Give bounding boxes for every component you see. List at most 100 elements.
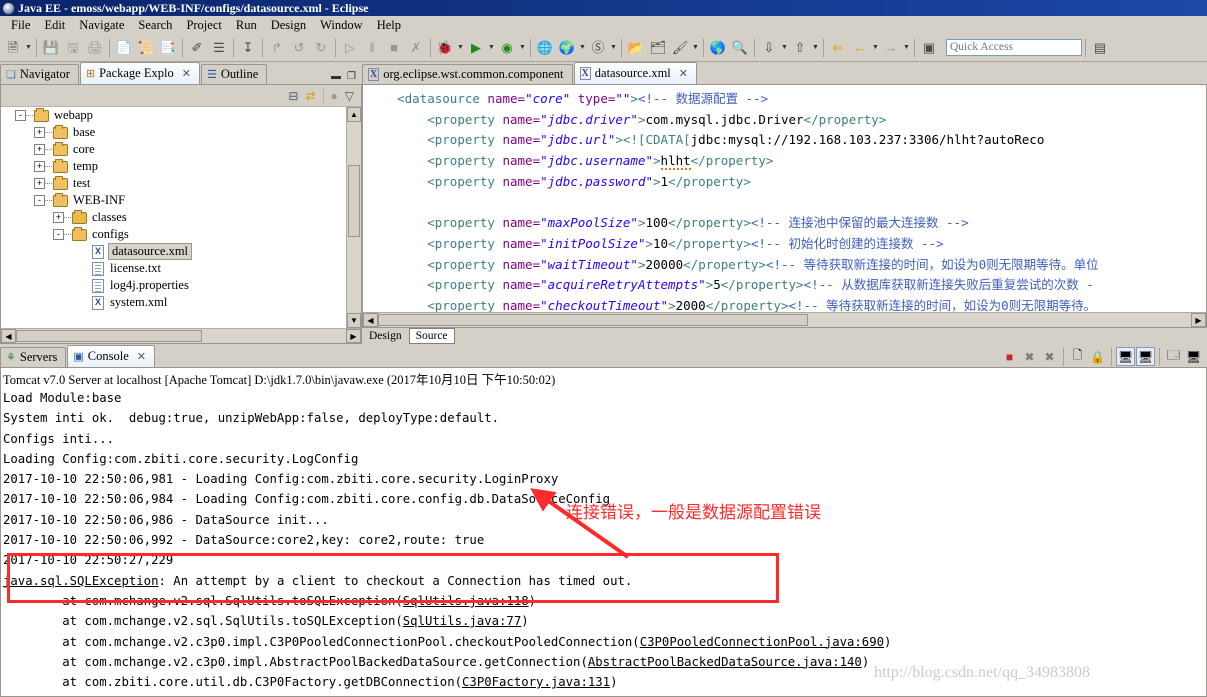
new-jsp-icon[interactable]: 📄 — [113, 37, 135, 59]
code-content[interactable]: <datasource name="core" type=""><!-- 数据源… — [363, 85, 1206, 312]
maximize-icon[interactable]: ❐ — [347, 71, 356, 82]
run-icon[interactable]: ▶ — [465, 37, 487, 59]
skip-breakpoints-icon[interactable]: ↧ — [237, 37, 259, 59]
new-wizard-icon[interactable]: 🗎 — [2, 37, 24, 59]
open-task-icon[interactable]: 🗂 — [647, 37, 669, 59]
scroll-thumb[interactable] — [348, 165, 360, 237]
run-external-tools-icon[interactable]: ◉ — [496, 37, 518, 59]
new-wizard-dropdown-icon[interactable]: ▼ — [24, 37, 33, 59]
stack-frame-link[interactable]: AbstractPoolBackedDataSource.java:140 — [588, 655, 862, 669]
scroll-lock-icon[interactable]: 🔒 — [1088, 347, 1107, 366]
run-external-tools-dropdown-icon[interactable]: ▼ — [518, 37, 527, 59]
tab-console[interactable]: ▣ Console ✕ — [67, 345, 155, 367]
focus-on-active-task-icon[interactable]: ● — [331, 89, 338, 103]
next-annotation-dropdown-icon[interactable]: ▼ — [780, 37, 789, 59]
expand-twisty-icon[interactable]: + — [53, 212, 64, 223]
expand-twisty-icon[interactable]: + — [34, 144, 45, 155]
view-menu-icon[interactable]: ▽ — [345, 89, 354, 103]
menu-edit[interactable]: Edit — [37, 17, 72, 34]
tab-datasource-xml[interactable]: X datasource.xml ✕ — [573, 62, 697, 84]
collapse-twisty-icon[interactable]: - — [15, 110, 26, 121]
previous-annotation-icon[interactable]: ⇧ — [789, 37, 811, 59]
new-session-bean-dropdown-icon[interactable]: ▼ — [609, 37, 618, 59]
open-console-icon[interactable]: 🗔 — [1164, 347, 1183, 366]
new-annotation-icon[interactable]: 📑 — [157, 37, 179, 59]
xml-source-editor[interactable]: <datasource name="core" type=""><!-- 数据源… — [362, 84, 1207, 328]
tab-package-explorer[interactable]: ⊞ Package Explo ✕ — [79, 62, 200, 84]
tab-org-eclipse-wst-common-component[interactable]: X org.eclipse.wst.common.component — [362, 64, 573, 84]
terminate-icon[interactable]: ■ — [1000, 347, 1019, 366]
scroll-right-icon[interactable]: ▶ — [1191, 313, 1206, 327]
scroll-down-icon[interactable]: ▼ — [347, 313, 361, 328]
tree-item[interactable]: license.txt — [1, 260, 361, 277]
collapse-all-icon[interactable]: ⊟ — [288, 89, 298, 103]
activate-task-dropdown-icon[interactable]: ▼ — [691, 37, 700, 59]
back-icon[interactable]: ⇐ — [827, 37, 849, 59]
open-type-icon[interactable]: 📂 — [625, 37, 647, 59]
menu-project[interactable]: Project — [179, 17, 228, 34]
tree-item[interactable]: - webapp — [1, 107, 361, 124]
open-web-browser-icon[interactable]: 🌎 — [707, 37, 729, 59]
tree-item[interactable]: + core — [1, 141, 361, 158]
next-annotation-icon[interactable]: ⇩ — [758, 37, 780, 59]
tab-outline[interactable]: ☰ Outline — [200, 64, 268, 84]
expand-twisty-icon[interactable]: + — [34, 178, 45, 189]
stack-frame-link[interactable]: C3P0PooledConnectionPool.java:690 — [640, 635, 884, 649]
tree-item[interactable]: system.xml — [1, 294, 361, 311]
display-selected-console-icon[interactable]: 🖥 — [1136, 347, 1155, 366]
debug-icon[interactable]: 🐞 — [434, 37, 456, 59]
editor-horizontal-scrollbar[interactable]: ◀ ▶ — [363, 312, 1206, 327]
collapse-twisty-icon[interactable]: - — [34, 195, 45, 206]
new-session-bean-icon[interactable]: Ⓢ — [587, 37, 609, 59]
tree-item[interactable]: log4j.properties — [1, 277, 361, 294]
new-editor-icon[interactable]: ☰ — [208, 37, 230, 59]
tab-servers[interactable]: ⚘ Servers — [0, 347, 67, 367]
tree-item[interactable]: - WEB-INF — [1, 192, 361, 209]
new-xml-icon[interactable]: 📜 — [135, 37, 157, 59]
collapse-twisty-icon[interactable]: - — [53, 229, 64, 240]
stack-frame-link[interactable]: SqlUtils.java:77 — [403, 614, 521, 628]
project-tree[interactable]: - webapp + base + core + temp + test - WEB-INF + clas… — [1, 107, 361, 328]
close-icon[interactable]: ✕ — [137, 350, 146, 363]
scroll-thumb[interactable] — [378, 314, 808, 326]
stack-frame-link[interactable]: C3P0Factory.java:131 — [462, 675, 610, 689]
clear-console-icon[interactable]: 🗋 — [1068, 347, 1087, 366]
debug-dropdown-icon[interactable]: ▼ — [456, 37, 465, 59]
scroll-left-icon[interactable]: ◀ — [363, 313, 378, 327]
tree-item[interactable]: - configs — [1, 226, 361, 243]
tab-navigator[interactable]: ❏ Navigator — [0, 64, 79, 84]
scroll-up-icon[interactable]: ▲ — [347, 107, 361, 122]
menu-file[interactable]: File — [4, 17, 37, 34]
tab-source[interactable]: Source — [408, 328, 455, 344]
menu-design[interactable]: Design — [264, 17, 313, 34]
search-icon[interactable]: 🔍 — [729, 37, 751, 59]
perspective-switcher-icon[interactable]: ▤ — [1089, 37, 1111, 59]
forward-yellow-dropdown-icon[interactable]: ▼ — [871, 37, 880, 59]
scroll-right-icon[interactable]: ▶ — [346, 329, 361, 343]
link-with-editor-icon[interactable]: ⇄ — [305, 89, 315, 103]
scroll-left-icon[interactable]: ◀ — [1, 329, 16, 343]
close-icon[interactable]: ✕ — [679, 67, 688, 80]
expand-twisty-icon[interactable]: + — [34, 127, 45, 138]
restore-perspective-icon[interactable]: ▣ — [918, 37, 940, 59]
new-dynamic-web-project-icon[interactable]: 🌍 — [556, 37, 578, 59]
tree-vertical-scrollbar[interactable]: ▲ ▼ — [346, 107, 361, 328]
quick-access-input[interactable]: Quick Access — [946, 39, 1082, 56]
menu-run[interactable]: Run — [229, 17, 264, 34]
close-icon[interactable]: ✕ — [182, 67, 191, 80]
tree-item[interactable]: + temp — [1, 158, 361, 175]
console-view-menu-icon[interactable]: 🖥 — [1184, 347, 1203, 366]
tree-item[interactable]: datasource.xml — [1, 243, 361, 260]
forward-yellow-icon[interactable]: ← — [849, 37, 871, 59]
tree-item[interactable]: + test — [1, 175, 361, 192]
activate-task-icon[interactable]: 🖌 — [669, 37, 691, 59]
minimize-icon[interactable]: ▬ — [331, 71, 341, 82]
menu-navigate[interactable]: Navigate — [72, 17, 131, 34]
toggle-mark-occurrences-icon[interactable]: ✐ — [186, 37, 208, 59]
tree-item[interactable]: + classes — [1, 209, 361, 226]
tree-horizontal-scrollbar[interactable]: ◀ ▶ — [1, 328, 361, 343]
menu-search[interactable]: Search — [131, 17, 179, 34]
new-dynamic-web-project-dropdown-icon[interactable]: ▼ — [578, 37, 587, 59]
run-dropdown-icon[interactable]: ▼ — [487, 37, 496, 59]
expand-twisty-icon[interactable]: + — [34, 161, 45, 172]
